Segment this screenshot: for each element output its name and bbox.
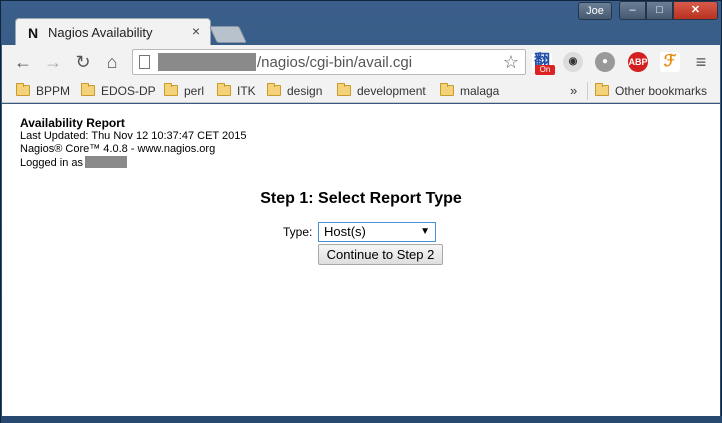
tab-title: Nagios Availability [48,25,153,40]
page-icon [139,55,150,69]
window-bottom-border [1,416,722,423]
folder-icon [81,83,95,96]
minimize-button[interactable]: – [619,1,646,20]
url-path: /nagios/cgi-bin/avail.cgi [257,54,413,71]
back-icon[interactable]: ← [12,51,34,73]
last-updated: Last Updated: Thu Nov 12 10:37:47 CET 20… [20,130,247,142]
browser-window: N Nagios Availability × Joe – □ ✕ ← → ↻ … [0,0,722,423]
bookmark-star-icon[interactable]: ☆ [503,52,519,73]
bookmark-folder-edos-dp[interactable]: EDOS-DP [81,83,156,99]
browser-toolbar: ← → ↻ ⌂ /nagios/cgi-bin/avail.cgi ☆ 翻 On… [2,45,720,79]
bookmark-folder-other[interactable]: Other bookmarks [595,83,707,99]
new-tab-button[interactable] [209,26,247,43]
tab-nagios-availability[interactable]: N Nagios Availability × [15,18,211,45]
address-bar[interactable]: /nagios/cgi-bin/avail.cgi ☆ [132,49,526,75]
redacted-username [85,156,127,168]
folder-icon [217,83,231,96]
version-line: Nagios® Core™ 4.0.8 - www.nagios.org [20,143,216,155]
maximize-button[interactable]: □ [646,1,673,20]
close-window-button[interactable]: ✕ [673,1,718,20]
script-extension-icon[interactable]: ℱ [660,52,680,72]
logged-in-line: Logged in as [20,156,246,170]
bookmark-folder-itk[interactable]: ITK [217,83,256,99]
type-label: Type: [283,225,313,239]
forward-icon[interactable]: → [42,51,64,73]
profile-button[interactable]: Joe [578,2,612,20]
adblock-plus-icon[interactable]: ABP [628,52,648,72]
redacted-host [158,53,256,71]
folder-icon [267,83,281,96]
bookmarks-overflow-chevron-icon[interactable]: » [570,83,577,98]
report-info: Availability Report Last Updated: Thu No… [20,116,246,170]
page-content: Availability Report Last Updated: Thu No… [2,104,720,416]
eye-extension-icon[interactable]: ◉ [563,52,583,72]
folder-icon [16,83,30,96]
folder-icon [440,83,454,96]
report-type-select[interactable]: Host(s) ▼ [318,222,436,242]
step-title: Step 1: Select Report Type [260,190,462,207]
bookmarks-divider [587,82,588,100]
nagios-favicon-icon: N [28,25,39,41]
folder-icon [337,83,351,96]
bookmark-folder-malaga[interactable]: malaga [440,83,499,99]
tab-strip: N Nagios Availability × Joe – □ ✕ [1,1,722,45]
report-type-value: Host(s) [324,224,366,239]
tab-close-icon[interactable]: × [192,23,200,39]
home-icon[interactable]: ⌂ [101,51,123,73]
folder-icon [164,83,178,96]
bookmarks-bar: BPPM EDOS-DP perl ITK design development… [2,79,720,103]
ghost-extension-icon[interactable]: ● [595,52,615,72]
report-title: Availability Report [20,116,125,130]
continue-to-step-2-button[interactable]: Continue to Step 2 [318,244,443,265]
chrome-menu-icon[interactable]: ≡ [692,51,710,73]
dropdown-arrow-icon: ▼ [420,226,430,237]
bookmark-folder-perl[interactable]: perl [164,83,204,99]
bookmark-folder-design[interactable]: design [267,83,322,99]
bookmark-folder-bppm[interactable]: BPPM [16,83,70,99]
translate-extension-badge: On [535,65,555,75]
bookmark-folder-development[interactable]: development [337,83,426,99]
folder-icon [595,83,609,96]
reload-icon[interactable]: ↻ [72,51,94,73]
